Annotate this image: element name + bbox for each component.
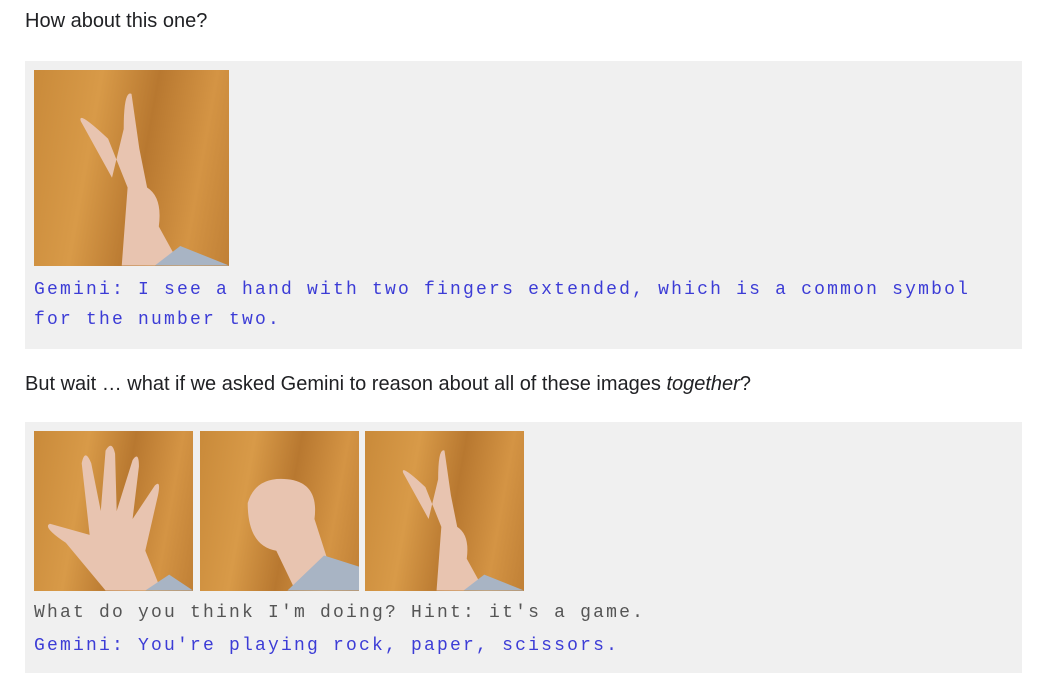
example-block-2: What do you think I'm doing? Hint: it's …	[25, 422, 1022, 673]
gemini-response-line: Gemini: You're playing rock, paper, scis…	[34, 636, 620, 656]
two-fingers-hand-image	[365, 431, 524, 591]
gemini-response-line: for the number two.	[34, 310, 282, 330]
fist-image	[200, 431, 359, 591]
two-fingers-hand-image	[34, 70, 229, 266]
emphasis-text: together	[666, 373, 740, 395]
intro-text: How about this one?	[25, 10, 208, 32]
open-hand-image	[34, 431, 193, 591]
example-block-1: Gemini: I see a hand with two fingers ex…	[25, 61, 1022, 349]
gemini-response-line: Gemini: I see a hand with two fingers ex…	[34, 280, 971, 300]
middle-text-part: ?	[739, 373, 751, 395]
middle-text: But wait … what if we asked Gemini to re…	[25, 373, 751, 396]
middle-text-part: But wait … what if we asked Gemini to re…	[25, 373, 667, 395]
user-prompt-line: What do you think I'm doing? Hint: it's …	[34, 603, 646, 623]
